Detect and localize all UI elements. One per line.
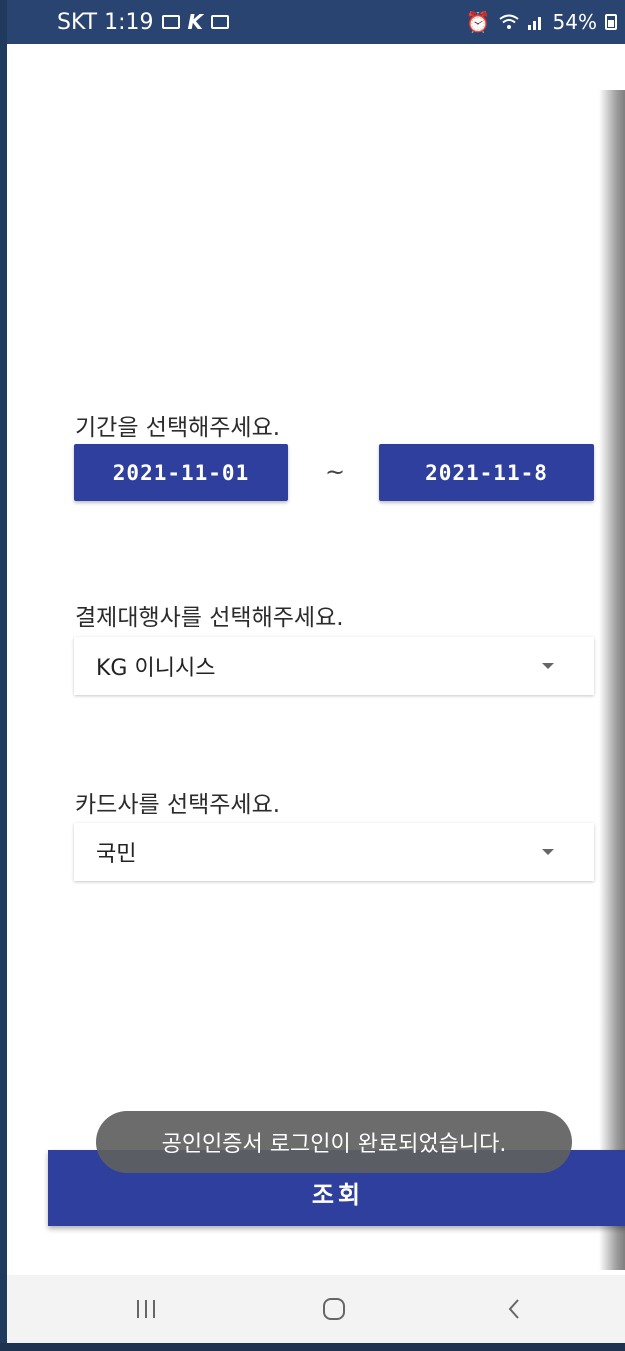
battery-icon: [605, 14, 617, 30]
end-date-button[interactable]: 2021-11-8: [379, 444, 594, 501]
gallery-icon: [161, 15, 180, 29]
battery-percent: 54%: [552, 10, 597, 34]
toast-message: 공인인증서 로그인이 완료되었습니다.: [96, 1111, 572, 1173]
pg-selected-value: KG 이니시스: [96, 656, 216, 681]
card-select[interactable]: 국민: [74, 823, 594, 881]
status-right: ⏰ 54%: [466, 10, 617, 34]
signal-icon: [527, 17, 541, 30]
carrier-time: SKT 1:19: [57, 9, 154, 35]
period-label: 기간을 선택해주세요.: [75, 415, 281, 441]
message-icon: [211, 15, 230, 29]
date-separator: ~: [325, 458, 346, 486]
status-bar: SKT 1:19 K ⏰ 54%: [7, 0, 625, 44]
card-label: 카드사를 선택주세요.: [75, 792, 281, 818]
navigation-bar: [7, 1275, 625, 1343]
bottom-edge: [0, 1343, 625, 1351]
home-icon: [323, 1298, 345, 1320]
status-left: SKT 1:19 K: [57, 9, 230, 35]
start-date-button[interactable]: 2021-11-01: [74, 444, 288, 501]
back-button[interactable]: [469, 1275, 559, 1343]
alarm-icon: ⏰: [465, 10, 491, 34]
card-selected-value: 국민: [96, 842, 137, 867]
dropdown-arrow-icon: [542, 663, 554, 669]
recent-apps-icon: [137, 1300, 155, 1318]
dropdown-arrow-icon: [542, 849, 554, 855]
pg-label: 결제대행사를 선택해주세요.: [75, 605, 344, 631]
pg-select[interactable]: KG 이니시스: [74, 637, 594, 695]
recent-apps-button[interactable]: [101, 1275, 191, 1343]
app-screen: SKT 1:19 K ⏰ 54% 기간을 선택해주세요. 2021-11-01 …: [7, 0, 625, 1343]
back-icon: [508, 1299, 519, 1319]
wifi-icon: [498, 14, 519, 29]
home-button[interactable]: [289, 1275, 379, 1343]
k-app-icon: K: [187, 10, 204, 34]
side-shadow: [599, 90, 625, 1270]
